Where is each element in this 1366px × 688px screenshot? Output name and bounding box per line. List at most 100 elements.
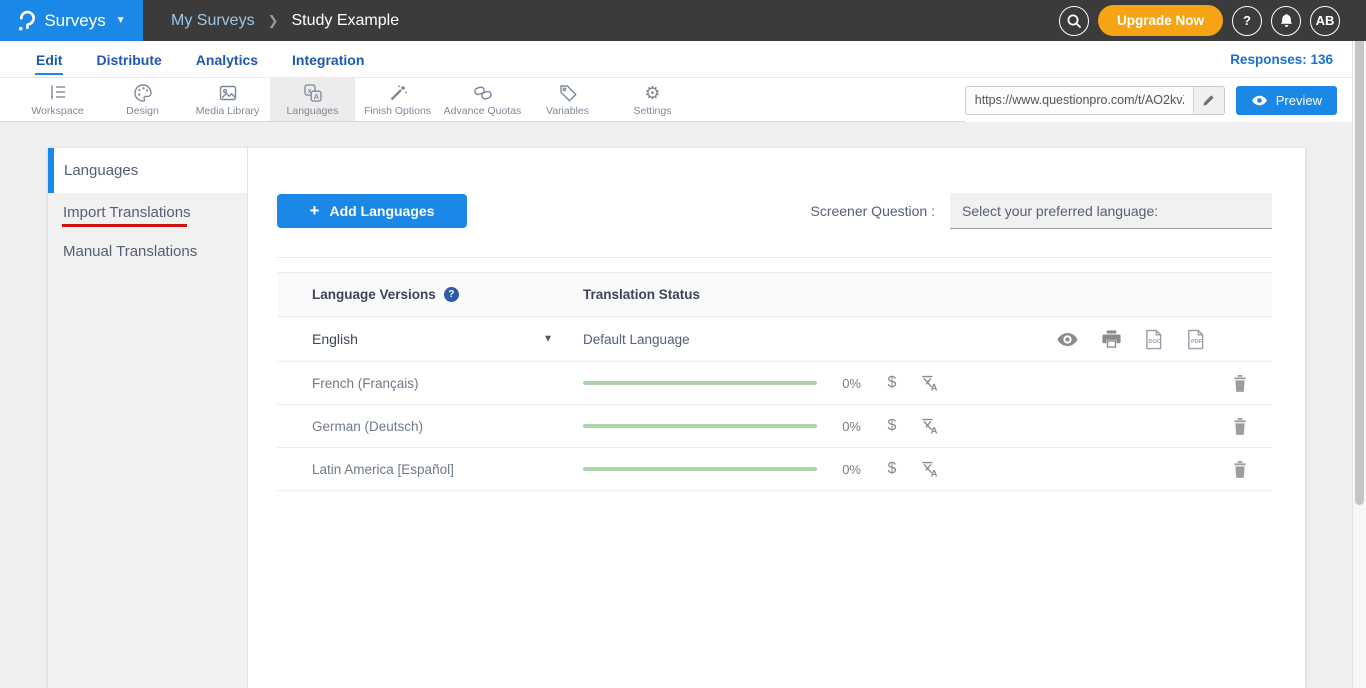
languages-sidebar: Languages Import Translations Manual Tra…	[48, 148, 248, 688]
toolbar-item-variables[interactable]: Variables	[525, 78, 610, 121]
doc-badge-text: DOC	[1148, 338, 1161, 344]
toolbar-item-design[interactable]: Design	[100, 78, 185, 121]
pencil-icon	[1202, 94, 1215, 107]
edit-url-button[interactable]	[1193, 87, 1224, 114]
help-icon[interactable]: ?	[444, 287, 459, 302]
help-button[interactable]: ?	[1232, 6, 1262, 36]
language-status-cell: 0% $ A	[583, 417, 1272, 435]
language-status-cell: 0% $ A	[583, 374, 1272, 392]
translation-percent: 0%	[829, 376, 861, 391]
breadcrumb: My Surveys ❯ Study Example	[171, 12, 399, 30]
breadcrumb-current-survey: Study Example	[291, 12, 399, 30]
toolbar-item-finish-options[interactable]: Finish Options	[355, 78, 440, 121]
sidebar-item-label: Import Translations	[63, 204, 191, 221]
tab-edit[interactable]: Edit	[35, 43, 63, 75]
avatar[interactable]: AB	[1310, 6, 1340, 36]
sidebar-item-import-translations[interactable]: Import Translations	[48, 193, 247, 232]
chevron-down-icon[interactable]: ▼	[543, 334, 553, 345]
edit-toolbar: Workspace Design Media Library	[0, 78, 1366, 122]
svg-text:A: A	[931, 426, 938, 435]
bell-icon	[1279, 13, 1294, 29]
toolbar-item-settings[interactable]: ⚙ Settings	[610, 78, 695, 121]
search-button[interactable]	[1059, 6, 1089, 36]
table-row-language: French (Français) 0% $ A	[277, 362, 1272, 405]
svg-text:A: A	[931, 469, 938, 478]
language-versions-table: Language Versions ? Translation Status E…	[277, 272, 1272, 491]
language-name: German (Deutsch)	[312, 419, 423, 434]
language-name-cell: French (Français)	[277, 376, 583, 391]
translate-icon: x A	[303, 83, 323, 103]
survey-url-group	[965, 86, 1225, 115]
toolbar-label: Finish Options	[364, 105, 431, 117]
gear-icon: ⚙	[644, 83, 660, 103]
section-divider	[277, 257, 1272, 258]
toolbar-item-advance-quotas[interactable]: Advance Quotas	[440, 78, 525, 121]
paid-translation-button[interactable]: $	[886, 374, 898, 392]
responses-count-link[interactable]: Responses: 136	[1230, 52, 1333, 67]
survey-nav-tabs: Edit Distribute Analytics Integration Re…	[0, 41, 1366, 78]
toolbar-label: Advance Quotas	[444, 105, 522, 117]
translation-percent: 0%	[829, 419, 861, 434]
survey-url-input[interactable]	[966, 87, 1193, 114]
print-language-button[interactable]	[1102, 330, 1121, 348]
view-language-button[interactable]	[1056, 332, 1079, 347]
breadcrumb-my-surveys[interactable]: My Surveys	[171, 12, 255, 30]
export-pdf-button[interactable]: PDF	[1186, 329, 1205, 350]
sidebar-item-label: Languages	[64, 162, 138, 179]
table-row-language: Latin America [Español] 0% $ A	[277, 448, 1272, 491]
table-row-default-language: English ▼ Default Language	[277, 317, 1272, 362]
toolbar-item-media-library[interactable]: Media Library	[185, 78, 270, 121]
toolbar-item-languages[interactable]: x A Languages	[270, 78, 355, 121]
product-switcher[interactable]: Surveys ▼	[0, 0, 143, 41]
magic-wand-icon	[388, 83, 408, 103]
paid-translation-button[interactable]: $	[886, 460, 898, 478]
upgrade-now-button[interactable]: Upgrade Now	[1098, 5, 1223, 36]
tab-analytics[interactable]: Analytics	[195, 43, 259, 75]
auto-translate-button[interactable]: A	[920, 374, 939, 392]
screener-question-value: Select your preferred language:	[962, 203, 1158, 219]
eye-icon	[1251, 95, 1268, 106]
languages-main-panel: + Add Languages Screener Question : Sele…	[248, 148, 1305, 688]
toolbar-item-workspace[interactable]: Workspace	[15, 78, 100, 121]
languages-card: Languages Import Translations Manual Tra…	[48, 148, 1305, 688]
auto-translate-button[interactable]: A	[920, 417, 939, 435]
notifications-button[interactable]	[1271, 6, 1301, 36]
top-header-bar: Surveys ▼ My Surveys ❯ Study Example Upg…	[0, 0, 1366, 41]
auto-translate-button[interactable]: A	[920, 460, 939, 478]
paid-translation-button[interactable]: $	[886, 417, 898, 435]
add-languages-button[interactable]: + Add Languages	[277, 194, 467, 228]
chain-link-icon	[473, 83, 493, 103]
sidebar-item-label: Manual Translations	[63, 243, 197, 260]
language-rows-container: French (Français) 0% $ A	[277, 362, 1272, 491]
column-header-language-versions: Language Versions ?	[277, 287, 583, 302]
brand-label: Surveys	[44, 11, 105, 31]
preview-button[interactable]: Preview	[1236, 86, 1337, 115]
export-doc-button[interactable]: DOC	[1144, 329, 1163, 350]
language-status-cell: 0% $ A	[583, 460, 1272, 478]
scrollbar-thumb[interactable]	[1355, 2, 1364, 505]
toolbar-label: Media Library	[196, 105, 260, 117]
table-row-language: German (Deutsch) 0% $ A	[277, 405, 1272, 448]
svg-text:A: A	[313, 92, 319, 101]
delete-language-button[interactable]	[1233, 461, 1247, 478]
tab-distribute[interactable]: Distribute	[95, 43, 162, 75]
default-language-status-cell: Default Language DOC	[583, 329, 1272, 350]
toolbar-label: Workspace	[31, 105, 83, 117]
toolbar-label: Settings	[634, 105, 672, 117]
preview-label: Preview	[1276, 93, 1322, 108]
sidebar-item-languages[interactable]: Languages	[48, 148, 247, 193]
page-content: Languages Import Translations Manual Tra…	[0, 122, 1352, 688]
screener-question-select[interactable]: Select your preferred language:	[950, 193, 1272, 229]
sidebar-item-manual-translations[interactable]: Manual Translations	[48, 232, 247, 271]
toolbar-label: Design	[126, 105, 159, 117]
default-row-actions: DOC PDF	[1056, 329, 1205, 350]
screener-question-label: Screener Question :	[810, 203, 935, 219]
language-name-cell: German (Deutsch)	[277, 419, 583, 434]
delete-language-button[interactable]	[1233, 418, 1247, 435]
tab-integration[interactable]: Integration	[291, 43, 365, 75]
delete-language-button[interactable]	[1233, 375, 1247, 392]
screener-question-group: Screener Question : Select your preferre…	[810, 193, 1272, 229]
translation-progress-bar	[583, 424, 817, 428]
red-underline-annotation	[62, 224, 187, 227]
page-scrollbar[interactable]	[1352, 0, 1366, 688]
